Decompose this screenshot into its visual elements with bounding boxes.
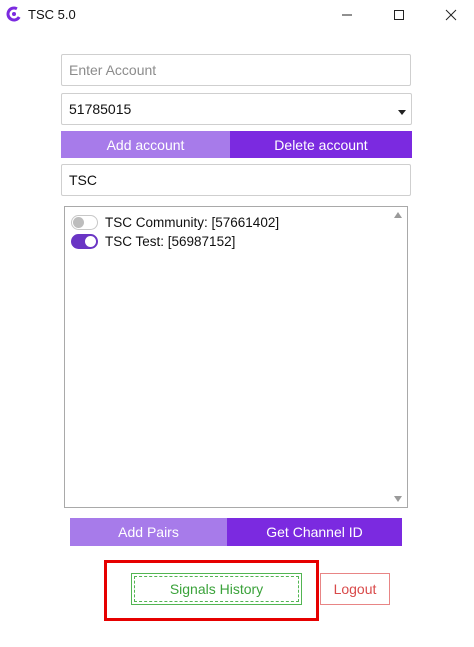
toggle-switch-on[interactable] [71, 233, 98, 249]
get-channel-id-button[interactable]: Get Channel ID [227, 518, 402, 546]
title-bar: TSC 5.0 [0, 0, 474, 30]
list-item[interactable]: TSC Test: [56987152] [71, 232, 235, 250]
channel-label: TSC Test: [56987152] [105, 233, 236, 249]
minimize-button[interactable] [324, 0, 370, 30]
account-buttons: Add account Delete account [61, 131, 412, 158]
chevron-down-icon [398, 110, 406, 115]
vertical-scrollbar[interactable] [389, 207, 407, 507]
window-title: TSC 5.0 [28, 7, 76, 22]
c-logo-icon [6, 6, 22, 22]
add-account-button[interactable]: Add account [61, 131, 230, 158]
toggle-knob [73, 216, 84, 228]
toggle-switch-off[interactable] [71, 214, 98, 230]
channel-list[interactable]: TSC Community: [57661402] TSC Test: [569… [64, 206, 408, 508]
account-input[interactable] [61, 54, 411, 86]
scroll-down-arrow-icon[interactable] [394, 496, 402, 502]
close-button[interactable] [428, 0, 474, 30]
channel-filter-input[interactable] [61, 164, 411, 196]
channel-buttons: Add Pairs Get Channel ID [70, 518, 402, 546]
scroll-up-arrow-icon[interactable] [394, 212, 402, 218]
logout-button[interactable]: Logout [320, 573, 390, 605]
app-window: TSC 5.0 51785015 Add account Delete acco… [0, 0, 474, 647]
maximize-button[interactable] [376, 0, 422, 30]
add-pairs-button[interactable]: Add Pairs [70, 518, 227, 546]
signals-history-label: Signals History [134, 576, 299, 602]
delete-account-button[interactable]: Delete account [230, 131, 412, 158]
list-item[interactable]: TSC Community: [57661402] [71, 213, 279, 231]
maximize-icon [394, 10, 404, 20]
minimize-icon [342, 14, 352, 16]
selected-account-value: 51785015 [69, 101, 132, 117]
signals-history-button[interactable]: Signals History [131, 573, 302, 605]
close-icon [445, 9, 457, 21]
channel-label: TSC Community: [57661402] [105, 214, 280, 230]
toggle-knob [85, 235, 96, 247]
account-select[interactable]: 51785015 [61, 93, 412, 125]
